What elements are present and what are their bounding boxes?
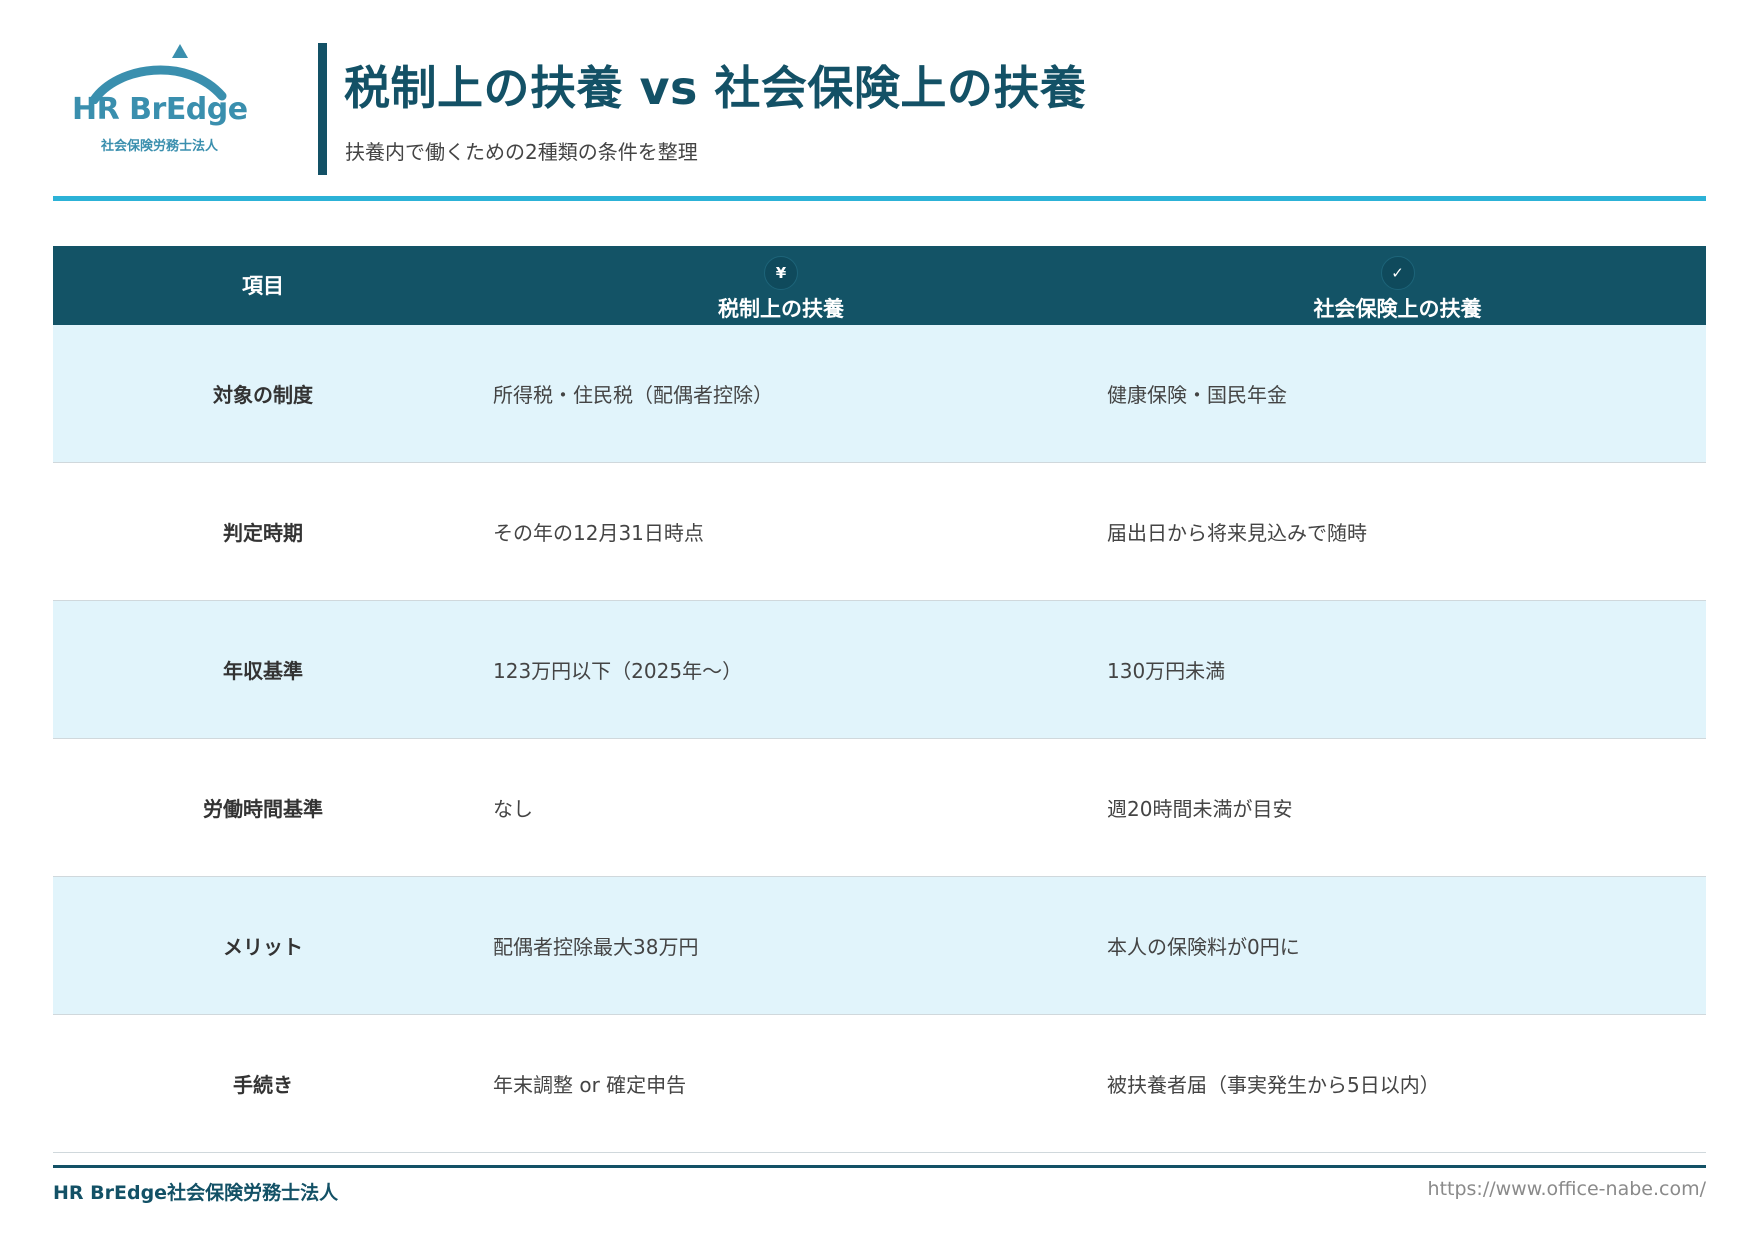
company-logo: HR BrEdge 社会保険労務士法人 (62, 44, 262, 164)
table-row: 手続き 年末調整 or 確定申告 被扶養者届（事実発生から5日以内） (53, 1015, 1706, 1153)
tax-cell: 年末調整 or 確定申告 (493, 1073, 687, 1097)
row-label: 年収基準 (223, 659, 303, 683)
page-subtitle: 扶養内で働くための2種類の条件を整理 (345, 140, 698, 164)
shield-check-icon: ✓ (1380, 255, 1415, 290)
social-cell: 週20時間未満が目安 (1107, 797, 1293, 821)
social-cell: 届出日から将来見込みで随時 (1107, 521, 1367, 545)
logo-subtitle: 社会保険労務士法人 (101, 139, 219, 154)
footer-url[interactable]: https://www.office-nabe.com/ (1428, 1178, 1706, 1200)
table-row: メリット 配偶者控除最大38万円 本人の保険料が0円に (53, 877, 1706, 1015)
row-label: 労働時間基準 (203, 797, 323, 821)
table-row: 判定時期 その年の12月31日時点 届出日から将来見込みで随時 (53, 463, 1706, 601)
row-label: 手続き (233, 1073, 293, 1097)
table-row: 労働時間基準 なし 週20時間未満が目安 (53, 739, 1706, 877)
column-header-label: 社会保険上の扶養 (1313, 296, 1482, 321)
column-header-tax: ¥ 税制上の扶養 (473, 246, 1089, 325)
page-title: 税制上の扶養 vs 社会保険上の扶養 (344, 61, 1087, 115)
social-cell: 130万円未満 (1107, 659, 1226, 683)
social-cell: 健康保険・国民年金 (1107, 383, 1287, 407)
table-header-row: 項目 ¥ 税制上の扶養 ✓ 社会保険上の扶養 (53, 246, 1706, 325)
header-divider (53, 196, 1706, 201)
tax-cell: 配偶者控除最大38万円 (493, 935, 699, 959)
logo-name: HR BrEdge (72, 92, 248, 127)
column-header-label: 税制上の扶養 (718, 296, 844, 321)
social-cell: 被扶養者届（事実発生から5日以内） (1107, 1073, 1440, 1097)
column-header-label: 項目 (242, 273, 284, 298)
row-label: メリット (223, 935, 303, 959)
footer-company: HR BrEdge社会保険労務士法人 (53, 1182, 339, 1204)
row-label: 判定時期 (223, 521, 303, 545)
social-cell: 本人の保険料が0円に (1107, 935, 1300, 959)
tax-cell: 所得税・住民税（配偶者控除） (493, 383, 773, 407)
title-accent-bar (318, 43, 327, 175)
tax-cell: 123万円以下（2025年〜） (493, 659, 743, 683)
comparison-table: 項目 ¥ 税制上の扶養 ✓ 社会保険上の扶養 対象の制度 所得税・住民税（配偶者… (53, 246, 1706, 1153)
yen-icon: ¥ (764, 255, 798, 290)
table-row: 対象の制度 所得税・住民税（配偶者控除） 健康保険・国民年金 (53, 325, 1706, 463)
tax-cell: なし (493, 797, 533, 821)
column-header-item: 項目 (53, 246, 473, 325)
column-header-social: ✓ 社会保険上の扶養 (1089, 246, 1706, 325)
tax-cell: その年の12月31日時点 (493, 521, 704, 545)
row-label: 対象の制度 (213, 383, 313, 407)
footer-divider (53, 1165, 1706, 1168)
table-row: 年収基準 123万円以下（2025年〜） 130万円未満 (53, 601, 1706, 739)
